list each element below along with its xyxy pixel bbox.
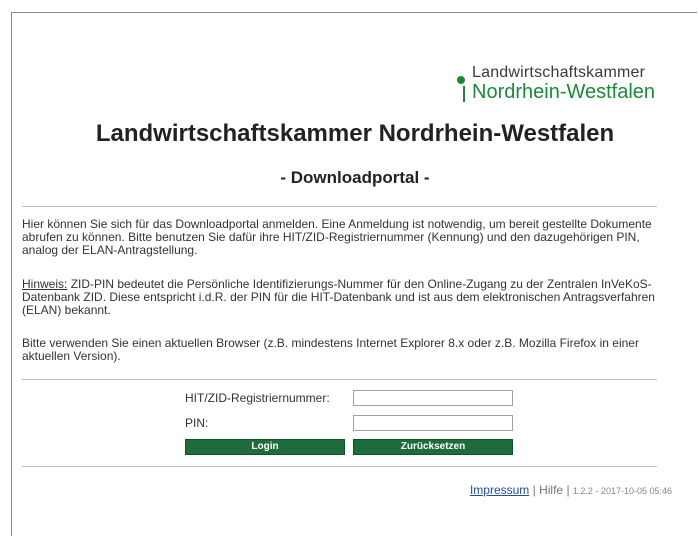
- version-info: 1.2.2 - 2017-10-05 05:46: [572, 486, 672, 496]
- hint-label: Hinweis:: [22, 277, 68, 291]
- lwk-logo: Landwirtschaftskammer Nordrhein-Westfale…: [457, 64, 677, 108]
- page-title: Landwirtschaftskammer Nordrhein-Westfale…: [95, 120, 615, 147]
- pin-label: PIN:: [185, 416, 209, 430]
- intro-text: Hier können Sie sich für das Downloadpor…: [22, 217, 652, 257]
- registration-number-input[interactable]: [353, 390, 513, 406]
- divider-bottom: [22, 466, 657, 467]
- impressum-link[interactable]: Impressum: [470, 483, 529, 497]
- footer-separator: |: [532, 483, 536, 497]
- logo-bar-icon: [463, 86, 465, 102]
- page-subtitle: - Downloadportal -: [280, 168, 430, 187]
- logo-text-line1: Landwirtschaftskammer: [472, 64, 646, 81]
- browser-note: Bitte verwenden Sie einen aktuellen Brow…: [22, 336, 639, 363]
- divider-middle: [22, 379, 657, 380]
- hint-text: ZID-PIN bedeutet die Persönliche Identif…: [22, 277, 655, 317]
- reset-button[interactable]: Zurücksetzen: [353, 439, 513, 455]
- footer-separator-2: |: [566, 483, 570, 497]
- logo-text-line2: Nordrhein-Westfalen: [472, 81, 656, 103]
- pin-input[interactable]: [353, 415, 513, 431]
- divider-top: [22, 206, 657, 207]
- logo-dot-icon: [457, 76, 465, 84]
- footer: Impressum | Hilfe | 1.2.2 - 2017-10-05 0…: [440, 483, 672, 497]
- hilfe-link[interactable]: Hilfe: [539, 483, 563, 497]
- registration-number-label: HIT/ZID-Registriernummer:: [185, 391, 330, 405]
- hint-paragraph: Hinweis: ZID-PIN bedeutet die Persönlich…: [22, 278, 674, 317]
- login-button[interactable]: Login: [185, 439, 345, 455]
